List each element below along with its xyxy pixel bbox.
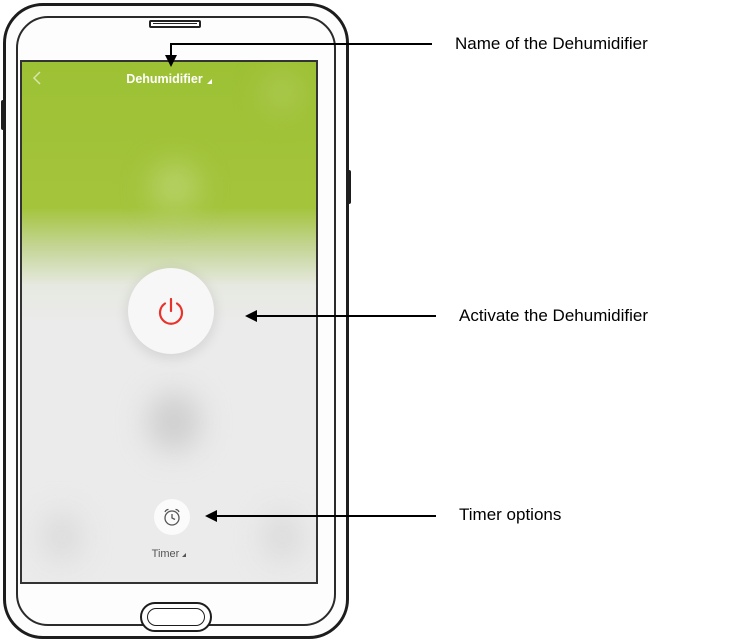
volume-button	[1, 100, 5, 130]
annotation-line-name	[170, 43, 432, 45]
blur-decoration	[147, 392, 201, 452]
device-name: Dehumidifier	[126, 72, 203, 86]
annotation-arrow-timer	[205, 510, 217, 522]
home-button[interactable]	[140, 602, 212, 632]
dropdown-triangle-icon	[182, 553, 187, 557]
annotation-line-timer	[216, 515, 436, 517]
annotation-timer: Timer options	[459, 505, 562, 524]
annotation-arrow-name	[165, 55, 177, 67]
power-side-button	[347, 170, 351, 204]
blur-decoration	[150, 162, 200, 212]
power-button[interactable]	[128, 268, 214, 354]
annotation-activate: Activate the Dehumidifier	[459, 306, 648, 325]
annotation-arrow-activate	[245, 310, 257, 322]
dropdown-triangle-icon	[206, 79, 212, 84]
annotation-line-activate	[256, 315, 436, 317]
annotation-name: Name of the Dehumidifier	[455, 34, 648, 53]
phone-speaker	[149, 20, 201, 28]
device-name-dropdown[interactable]: Dehumidifier	[22, 72, 316, 86]
power-icon	[158, 297, 184, 325]
alarm-clock-icon	[164, 508, 180, 526]
timer-button[interactable]	[154, 499, 190, 535]
timer-label[interactable]: Timer	[22, 548, 316, 560]
app-screen: Dehumidifier Timer	[20, 60, 318, 584]
timer-label-text: Timer	[151, 548, 180, 560]
